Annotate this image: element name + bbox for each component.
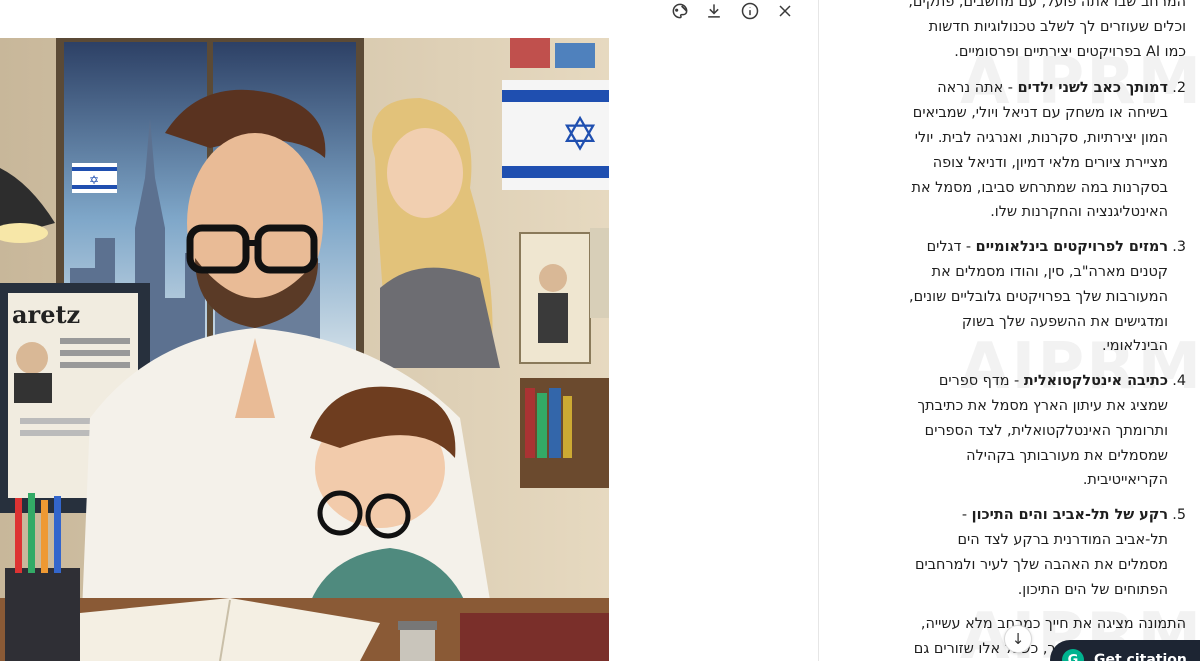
list-number: 4. <box>1172 373 1186 390</box>
list-item-title: דמותך כאב לשני ילדים <box>1017 80 1168 97</box>
list-item: 5. רקע של תל-אביב והים התיכון - תל-אביב … <box>906 503 1186 602</box>
list-item-title: כתיבה אינטלקטואלית <box>1023 373 1168 390</box>
list-item: 4. כתיבה אינטלקטואלית - מדף ספרים שמציג … <box>906 369 1186 493</box>
description-text: המרחב שבו אתה פועל, עם מחשבים, פתקים, וכ… <box>906 0 1186 661</box>
small-flag-star: ✡ <box>89 173 99 187</box>
list-item-sep: - <box>1009 373 1024 390</box>
list-item-title: רקע של תל-אביב והים התיכון <box>971 507 1168 524</box>
citation-logo-icon: G <box>1062 649 1084 661</box>
download-icon[interactable] <box>702 0 726 22</box>
info-icon[interactable] <box>738 0 762 22</box>
list-number: 3. <box>1172 239 1186 256</box>
description-panel: המרחב שבו אתה פועל, עם מחשבים, פתקים, וכ… <box>830 0 1200 661</box>
get-citation-button[interactable]: G Get citation <box>1050 640 1200 661</box>
arrow-down-icon: ↓ <box>1011 630 1025 648</box>
list-item-sep: - <box>961 239 976 256</box>
palette-icon[interactable] <box>668 0 692 22</box>
get-citation-label: Get citation <box>1094 652 1187 661</box>
close-icon[interactable] <box>773 0 797 22</box>
image-toolbar <box>660 0 810 22</box>
list-item-body: תל-אביב המודרנית ברקע לצד הים מסמלים את … <box>914 531 1168 598</box>
illustration: ✡ ✡ aretz <box>0 38 609 661</box>
list-number: 5. <box>1172 507 1186 524</box>
scroll-down-button[interactable]: ↓ <box>1004 625 1032 653</box>
list-item-body: דגלים קטנים מארה"ב, סין, והודו מסמלים את… <box>909 239 1168 355</box>
big-flag-star: ✡ <box>561 107 600 161</box>
list-item: 3. רמזים לפרויקטים בינלאומיים - דגלים קט… <box>906 235 1186 359</box>
generated-image: ✡ ✡ aretz <box>0 38 609 661</box>
newspaper-heading: aretz <box>12 300 80 329</box>
list-item-title: רמזים לפרויקטים בינלאומיים <box>975 239 1168 256</box>
list-item: 2. דמותך כאב לשני ילדים - אתה נראה בשיחה… <box>906 76 1186 225</box>
list-item-sep: - <box>1003 80 1018 97</box>
list-item-body: אתה נראה בשיחה או משחק עם דניאל ויולי, ש… <box>911 80 1168 221</box>
list-item-sep: - <box>961 507 972 524</box>
panel-divider <box>818 0 819 661</box>
list-item-body: מדף ספרים שמציג את עיתון הארץ מסמל את כת… <box>917 373 1168 489</box>
list-number: 2. <box>1172 80 1186 97</box>
intro-paragraph: המרחב שבו אתה פועל, עם מחשבים, פתקים, וכ… <box>908 0 1186 60</box>
